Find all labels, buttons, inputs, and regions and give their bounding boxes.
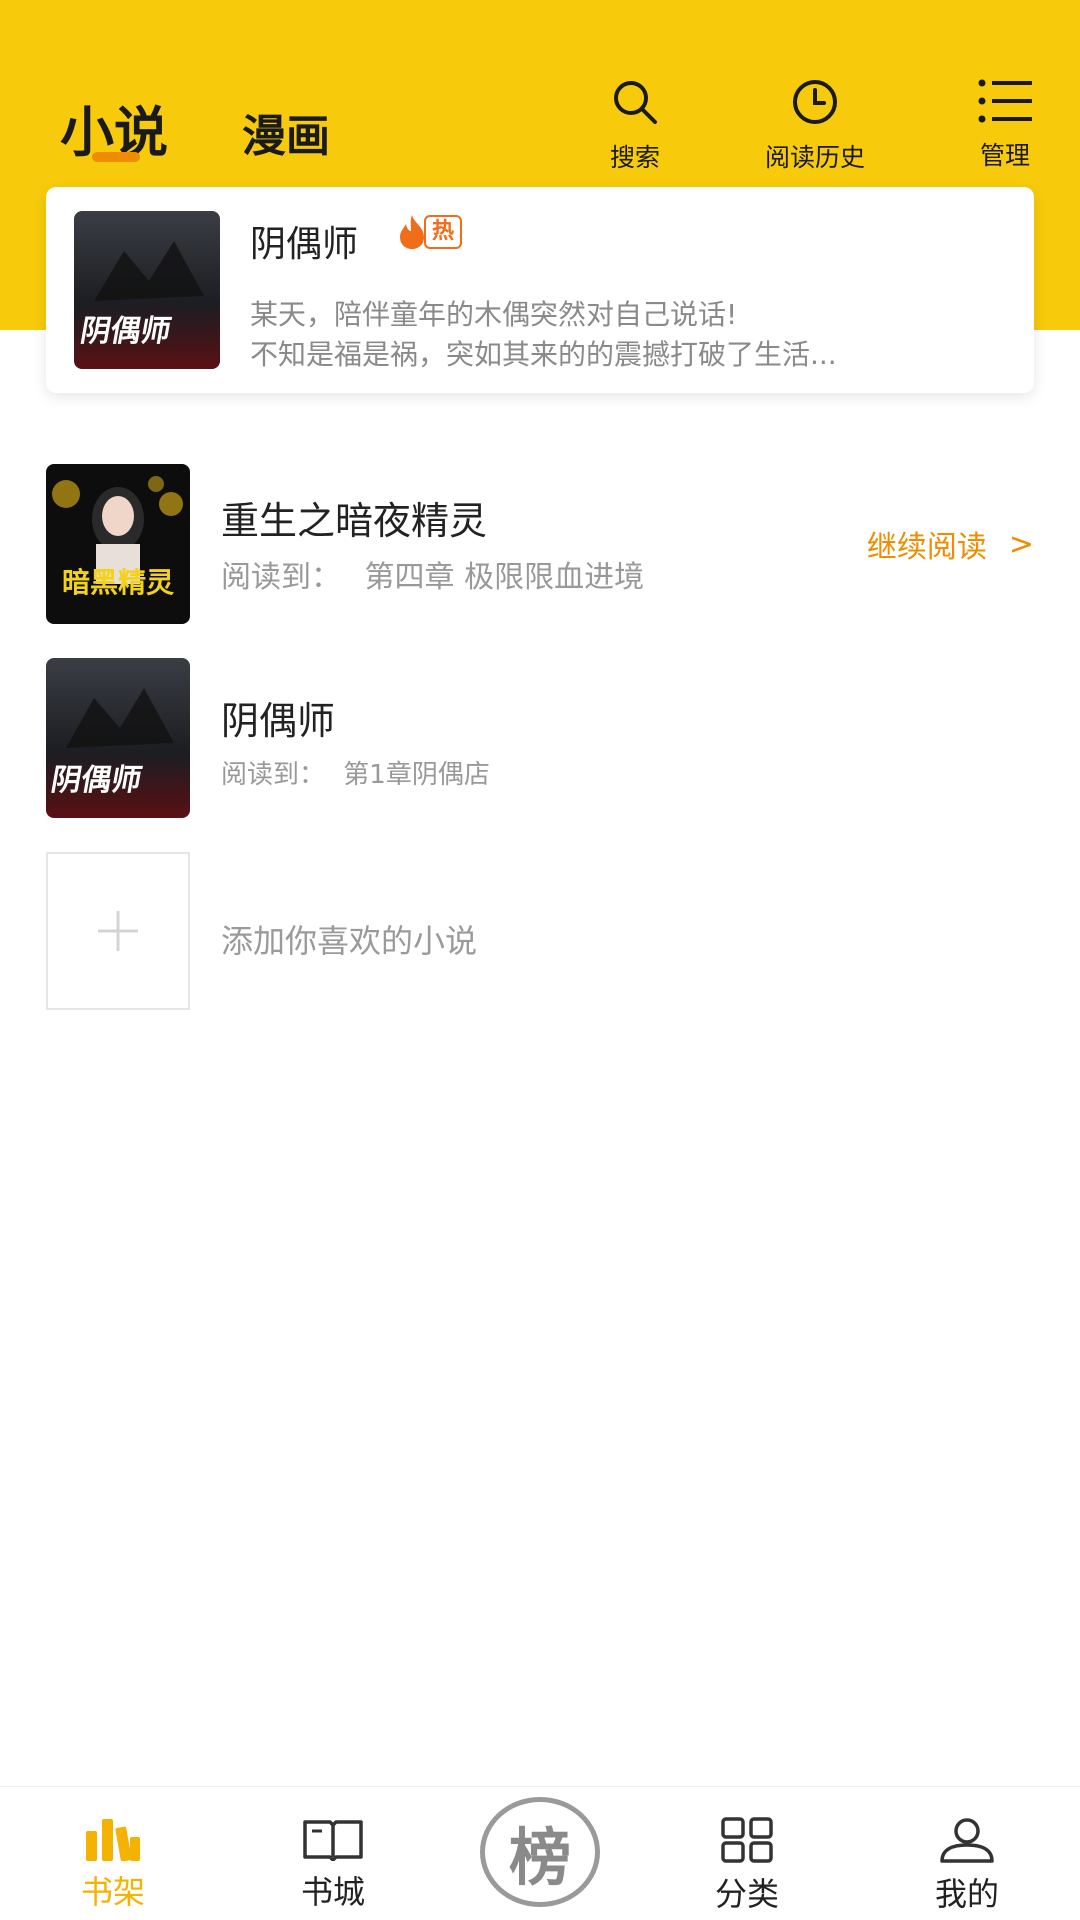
clock-icon: [793, 80, 837, 124]
continue-reading-label: 继续阅读: [866, 530, 987, 565]
svg-text:阴偶师: 阴偶师: [78, 314, 174, 349]
progress-label: 阅读到：: [221, 560, 341, 595]
book-cover-image: 暗黑精灵: [46, 464, 190, 624]
nav-profile-label: 我的: [934, 1875, 999, 1913]
manage-button[interactable]: 管理: [970, 78, 1040, 172]
continue-reading-button[interactable]: 继续阅读 >: [867, 522, 1034, 566]
progress-label: 阅读到：: [221, 760, 326, 790]
nav-bookstore[interactable]: 书城: [288, 1817, 378, 1913]
reading-progress: 阅读到： 第四章 极限限血进境: [221, 552, 644, 596]
hot-tag-text: 热: [424, 215, 463, 249]
search-button[interactable]: 搜索: [600, 78, 670, 174]
description-line-2: 不知是福是祸，突如其来的的震撼打破了生活...: [250, 338, 837, 371]
ranking-label: 榜: [508, 1821, 571, 1894]
book-title: 重生之暗夜精灵: [221, 499, 488, 543]
book-title: 阴偶师: [221, 699, 336, 743]
nav-category-label: 分类: [714, 1875, 779, 1913]
book-icon: [303, 1820, 363, 1861]
add-book-hint[interactable]: 添加你喜欢的小说: [221, 916, 477, 962]
bookshelf-page: 小说 漫画 搜索 阅读历史 管理 阴偶师 阴偶师 热 某天，陪伴童年的木偶突然对…: [0, 0, 1080, 1920]
svg-text:阴偶师: 阴偶师: [48, 763, 144, 798]
nav-bookshelf-label: 书架: [80, 1873, 145, 1911]
reading-progress: 阅读到： 第1章阴偶店: [221, 754, 490, 791]
chevron-right-icon: >: [1008, 526, 1034, 562]
active-tab-indicator: [92, 152, 140, 162]
nav-bookstore-label: 书城: [300, 1873, 365, 1911]
nav-bookshelf[interactable]: 书架: [68, 1817, 158, 1913]
grid-icon: [721, 1817, 773, 1863]
search-icon: [614, 81, 657, 124]
svg-text:暗黑精灵: 暗黑精灵: [62, 566, 174, 599]
list-icon: [978, 79, 1032, 123]
hot-badge: 热: [396, 213, 463, 251]
user-icon: [940, 1818, 994, 1863]
recommended-book-description: 某天，陪伴童年的木偶突然对自己说话! 不知是福是祸，突如其来的的震撼打破了生活.…: [250, 295, 1010, 375]
search-label: 搜索: [609, 143, 660, 172]
bookshelf-item[interactable]: 暗黑精灵 重生之暗夜精灵 阅读到： 第四章 极限限血进境 继续阅读 >: [0, 464, 1080, 624]
recommended-book-title: 阴偶师: [250, 224, 359, 265]
tab-comic[interactable]: 漫画: [242, 100, 330, 164]
nav-category[interactable]: 分类: [702, 1817, 792, 1915]
plus-icon: [98, 911, 138, 951]
add-book-button[interactable]: [46, 852, 190, 1010]
bottom-navigation: 书架 书城 榜 分类 我的: [0, 1786, 1080, 1920]
bookshelf-icon: [86, 1819, 140, 1861]
recommended-book-card[interactable]: 阴偶师 阴偶师 热 某天，陪伴童年的木偶突然对自己说话! 不知是福是祸，突如其来…: [46, 187, 1034, 393]
book-cover-image: 阴偶师: [74, 211, 220, 369]
reading-history-label: 阅读历史: [764, 143, 865, 172]
reading-history-button[interactable]: 阅读历史: [755, 78, 875, 174]
progress-chapter: 第四章 极限限血进境: [364, 560, 645, 595]
bookshelf-item[interactable]: 阴偶师 阴偶师 阅读到： 第1章阴偶店: [0, 658, 1080, 818]
ranking-icon: 榜: [480, 1797, 600, 1907]
manage-label: 管理: [979, 141, 1030, 170]
progress-chapter: 第1章阴偶店: [343, 760, 490, 790]
nav-ranking[interactable]: 榜: [478, 1797, 602, 1907]
description-line-1: 某天，陪伴童年的木偶突然对自己说话!: [250, 298, 738, 331]
nav-profile[interactable]: 我的: [922, 1817, 1012, 1915]
book-cover-image: 阴偶师: [46, 658, 190, 818]
